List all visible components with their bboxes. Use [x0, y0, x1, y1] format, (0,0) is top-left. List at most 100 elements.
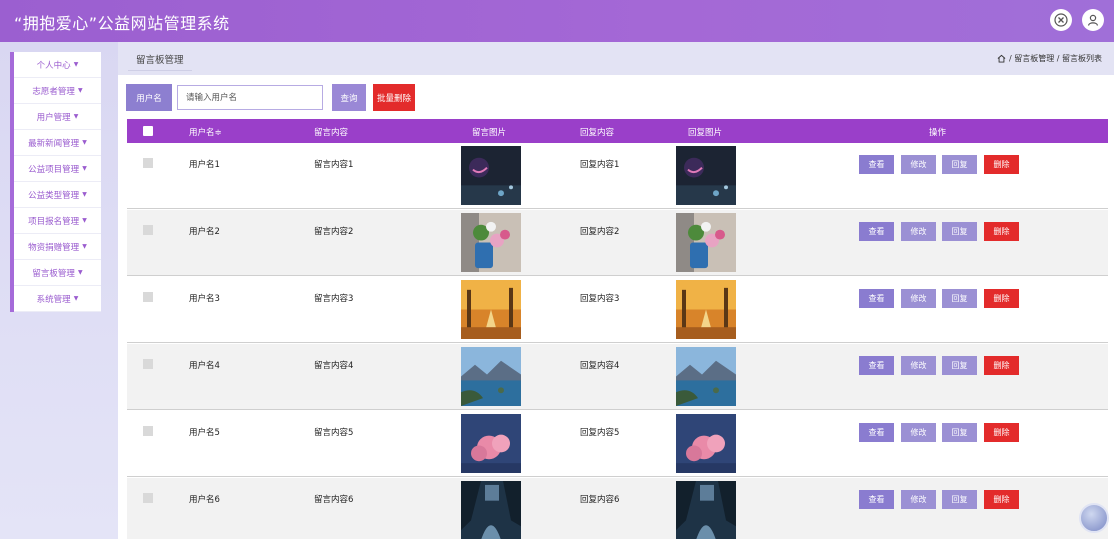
sidebar-item[interactable]: 最新新闻管理 ▼: [14, 130, 101, 156]
main-content: 用户名 查询 批量删除 用户名≑ 留言内容 留言图片 回复内容 回复图片 操作 …: [118, 75, 1114, 539]
user-icon[interactable]: [1082, 9, 1104, 31]
delete-button[interactable]: 删除: [984, 423, 1019, 442]
delete-button[interactable]: 删除: [984, 490, 1019, 509]
cell-username: 用户名2: [189, 227, 220, 237]
sidebar-item[interactable]: 公益项目管理 ▼: [14, 156, 101, 182]
cell-content: 留言内容5: [314, 428, 354, 438]
cell-username: 用户名1: [189, 160, 220, 170]
app-title: “拥抱爱心”公益网站管理系统: [14, 14, 230, 33]
message-image[interactable]: [461, 347, 521, 406]
home-icon[interactable]: [997, 54, 1006, 63]
sidebar-item[interactable]: 公益类型管理 ▼: [14, 182, 101, 208]
cell-reply: 回复内容5: [580, 428, 620, 438]
sidebar-item-label: 用户管理: [36, 112, 71, 123]
edit-button[interactable]: 修改: [901, 423, 936, 442]
reply-image[interactable]: [676, 347, 736, 406]
cell-content: 留言内容3: [314, 294, 354, 304]
breadcrumb: / 留言板管理 / 留言板列表: [997, 53, 1102, 64]
sidebar-item-label: 志愿者管理: [32, 86, 75, 97]
sidebar-item-label: 个人中心: [36, 60, 71, 71]
sidebar-item-label: 项目报名管理: [28, 216, 80, 227]
message-image[interactable]: [461, 280, 521, 339]
view-button[interactable]: 查看: [859, 289, 894, 308]
message-image[interactable]: [461, 146, 521, 205]
chevron-down-icon: ▼: [77, 269, 83, 276]
reply-button[interactable]: 回复: [942, 155, 977, 174]
reply-button[interactable]: 回复: [942, 222, 977, 241]
reply-button[interactable]: 回复: [942, 423, 977, 442]
chevron-down-icon: ▼: [82, 243, 87, 250]
row-checkbox[interactable]: [143, 359, 153, 369]
col-actions: 操作: [929, 128, 947, 138]
select-all-checkbox[interactable]: [143, 126, 153, 136]
row-checkbox[interactable]: [143, 158, 153, 168]
sidebar-item[interactable]: 物资捐赠管理 ▼: [14, 234, 101, 260]
cell-username: 用户名4: [189, 361, 220, 371]
reply-button[interactable]: 回复: [942, 356, 977, 375]
edit-button[interactable]: 修改: [901, 356, 936, 375]
sidebar-item[interactable]: 志愿者管理 ▼: [14, 78, 101, 104]
table-header: 用户名≑ 留言内容 留言图片 回复内容 回复图片 操作: [127, 119, 1108, 143]
cell-username: 用户名5: [189, 428, 220, 438]
edit-button[interactable]: 修改: [901, 222, 936, 241]
sidebar-item[interactable]: 系统管理 ▼: [14, 286, 101, 312]
cell-reply: 回复内容1: [580, 160, 620, 170]
reply-button[interactable]: 回复: [942, 289, 977, 308]
col-username[interactable]: 用户名≑: [189, 126, 222, 138]
floating-assistant-avatar[interactable]: [1079, 503, 1109, 533]
edit-button[interactable]: 修改: [901, 289, 936, 308]
table-row: 用户名2 留言内容2 回复内容2 查看 修改 回复 删除: [127, 210, 1108, 276]
fullscreen-icon[interactable]: [1050, 9, 1072, 31]
reply-image[interactable]: [676, 481, 736, 539]
cell-content: 留言内容6: [314, 495, 354, 505]
sidebar-item[interactable]: 项目报名管理 ▼: [14, 208, 101, 234]
row-checkbox[interactable]: [143, 426, 153, 436]
chevron-down-icon: ▼: [82, 139, 87, 146]
bulk-delete-button[interactable]: 批量删除: [373, 84, 415, 111]
reply-image[interactable]: [676, 280, 736, 339]
reply-image[interactable]: [676, 146, 736, 205]
chevron-down-icon: ▼: [77, 87, 83, 94]
view-button[interactable]: 查看: [859, 222, 894, 241]
chevron-down-icon: ▼: [82, 165, 87, 172]
sidebar-item[interactable]: 留言板管理 ▼: [14, 260, 101, 286]
chevron-down-icon: ▼: [73, 61, 79, 68]
row-checkbox[interactable]: [143, 225, 153, 235]
view-button[interactable]: 查看: [859, 490, 894, 509]
sidebar-item[interactable]: 用户管理 ▼: [14, 104, 101, 130]
view-button[interactable]: 查看: [859, 155, 894, 174]
reply-image[interactable]: [676, 414, 736, 473]
delete-button[interactable]: 删除: [984, 356, 1019, 375]
sidebar-item[interactable]: 个人中心 ▼: [14, 52, 101, 78]
cell-reply: 回复内容6: [580, 495, 620, 505]
tab-message-board[interactable]: 留言板管理: [128, 47, 192, 71]
cell-username: 用户名3: [189, 294, 220, 304]
sidebar-item-label: 物资捐赠管理: [28, 242, 80, 253]
search-input[interactable]: [177, 85, 323, 110]
sidebar: 个人中心 ▼ 志愿者管理 ▼ 用户管理 ▼ 最新新闻管理 ▼ 公益项目管理 ▼ 公益类型管理 ▼ 项目报…: [10, 52, 101, 312]
message-image[interactable]: [461, 213, 521, 272]
row-checkbox[interactable]: [143, 292, 153, 302]
row-checkbox[interactable]: [143, 493, 153, 503]
message-image[interactable]: [461, 481, 521, 539]
delete-button[interactable]: 删除: [984, 222, 1019, 241]
delete-button[interactable]: 删除: [984, 155, 1019, 174]
view-button[interactable]: 查看: [859, 356, 894, 375]
col-image: 留言图片: [472, 128, 507, 138]
search-label: 用户名: [126, 84, 172, 111]
edit-button[interactable]: 修改: [901, 490, 936, 509]
message-image[interactable]: [461, 414, 521, 473]
breadcrumb-bar: 留言板管理 / 留言板管理 / 留言板列表: [118, 42, 1114, 75]
cell-username: 用户名6: [189, 495, 220, 505]
table-row: 用户名5 留言内容5 回复内容5 查看 修改 回复 删除: [127, 411, 1108, 477]
query-button[interactable]: 查询: [332, 84, 366, 111]
delete-button[interactable]: 删除: [984, 289, 1019, 308]
sidebar-item-label: 最新新闻管理: [28, 138, 80, 149]
breadcrumb-path: / 留言板管理 / 留言板列表: [1008, 54, 1102, 63]
edit-button[interactable]: 修改: [901, 155, 936, 174]
reply-button[interactable]: 回复: [942, 490, 977, 509]
view-button[interactable]: 查看: [859, 423, 894, 442]
reply-image[interactable]: [676, 213, 736, 272]
chevron-down-icon: ▼: [73, 295, 79, 302]
cell-reply: 回复内容3: [580, 294, 620, 304]
